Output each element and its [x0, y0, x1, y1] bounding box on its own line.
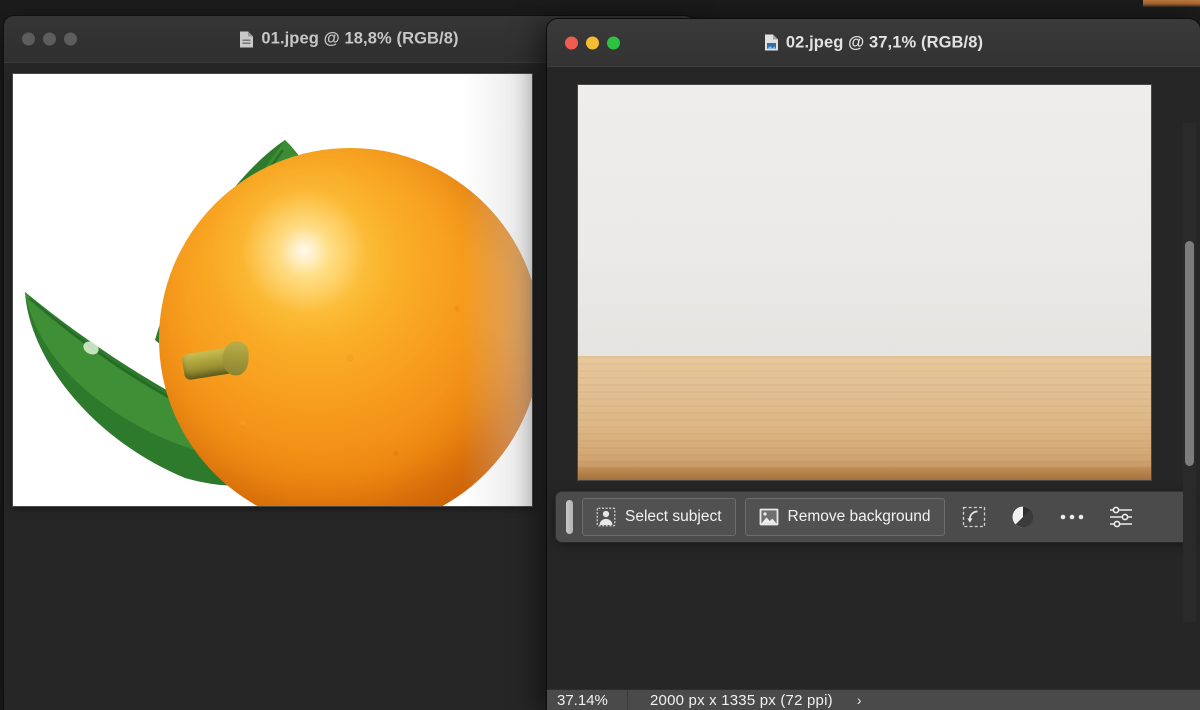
image-canvas-01[interactable]	[13, 74, 532, 506]
vertical-scrollbar-thumb-02[interactable]	[1185, 241, 1194, 466]
ellipsis-icon	[1060, 514, 1083, 520]
adjustment-button[interactable]	[1003, 499, 1043, 535]
status-dimensions: 2000 px x 1335 px (72 ppi)	[650, 691, 833, 709]
window-title-text-01: 01.jpeg @ 18,8% (RGB/8)	[261, 29, 459, 48]
maximize-button[interactable]	[607, 36, 620, 49]
contextual-task-bar[interactable]: Select subject Remove background	[556, 492, 1191, 542]
top-accent-strip	[1143, 0, 1200, 7]
vertical-scrollbar-02[interactable]	[1183, 123, 1196, 622]
traffic-lights-01[interactable]	[22, 32, 77, 46]
image-canvas-02[interactable]	[578, 85, 1151, 480]
minimize-button[interactable]	[586, 36, 599, 49]
wood-table-background-photo	[578, 85, 1151, 480]
taskbar-properties-button[interactable]	[1101, 499, 1141, 535]
screen: 01.jpeg @ 18,8% (RGB/8) 02.jpeg @ 37,1% …	[0, 0, 1200, 710]
person-selection-icon	[596, 507, 616, 527]
select-and-mask-button[interactable]	[954, 499, 994, 535]
canvas-edge-shadow	[462, 74, 532, 506]
drag-handle[interactable]	[566, 500, 573, 534]
image-mountain-icon	[759, 508, 778, 526]
document-window-02[interactable]: 02.jpeg @ 37,1% (RGB/8) Select subject R…	[547, 19, 1200, 710]
remove-background-label: Remove background	[787, 508, 931, 525]
half-circle-contrast-icon	[1012, 506, 1033, 528]
wooden-table-surface	[578, 355, 1151, 480]
select-subject-label: Select subject	[625, 508, 722, 525]
document-icon	[764, 34, 778, 51]
select-subject-button[interactable]: Select subject	[582, 498, 736, 536]
orange-fruit-photo	[13, 74, 532, 506]
window-title-text-02: 02.jpeg @ 37,1% (RGB/8)	[785, 33, 984, 51]
close-button[interactable]	[22, 32, 35, 46]
wall-surface	[578, 85, 1151, 356]
document-icon	[240, 31, 254, 47]
sliders-icon	[1109, 506, 1132, 528]
select-and-mask-icon	[962, 506, 985, 528]
canvas-area-02[interactable]: Select subject Remove background 37.14% …	[547, 66, 1200, 710]
close-button[interactable]	[565, 36, 578, 49]
window-title-02: 02.jpeg @ 37,1% (RGB/8)	[547, 33, 1200, 52]
wood-grain-texture	[578, 355, 1151, 480]
status-bar[interactable]: 37.14% 2000 px x 1335 px (72 ppi) ›	[547, 689, 1200, 710]
status-expand-arrow-icon[interactable]: ›	[833, 692, 862, 708]
status-zoom-value[interactable]: 37.14%	[547, 692, 627, 709]
more-options-button[interactable]	[1052, 499, 1092, 535]
remove-background-button[interactable]: Remove background	[744, 498, 945, 536]
minimize-button[interactable]	[43, 32, 56, 46]
traffic-lights-02[interactable]	[565, 36, 620, 49]
window-titlebar-02[interactable]: 02.jpeg @ 37,1% (RGB/8)	[547, 19, 1200, 67]
maximize-button[interactable]	[64, 32, 77, 46]
